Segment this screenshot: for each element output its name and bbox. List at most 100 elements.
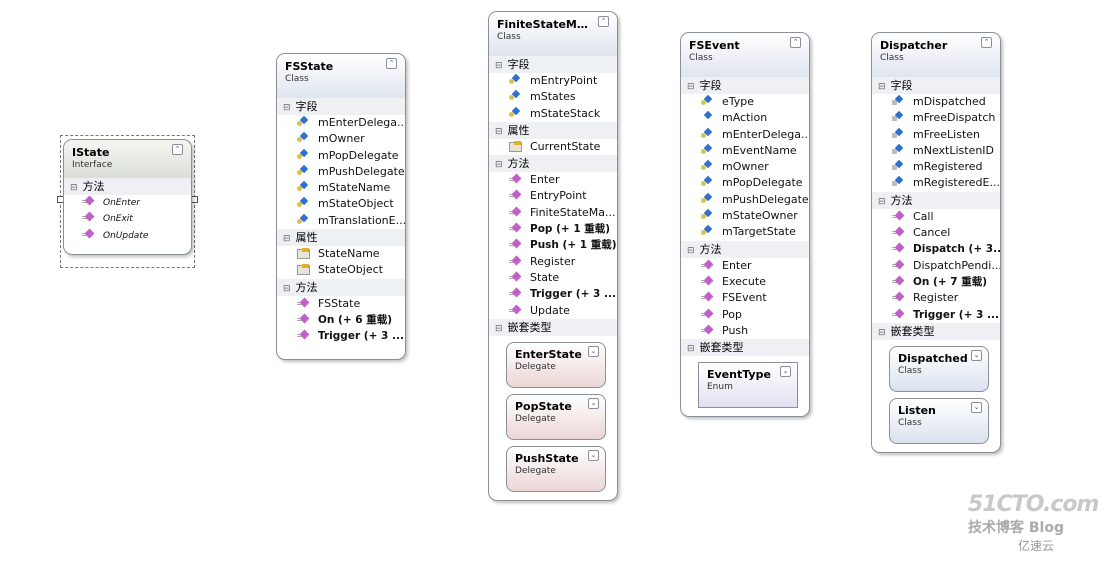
member-item[interactable]: mStateOwner bbox=[681, 208, 809, 224]
member-item[interactable]: mTargetState bbox=[681, 224, 809, 240]
member-item[interactable]: mDispatched bbox=[872, 94, 1000, 110]
expand-button[interactable]: ⌄ bbox=[971, 401, 982, 413]
class-box-fsevent[interactable]: FSEvent Class ⌃ ⊟ 字段 eType mAction mEnterDelega… bbox=[680, 32, 810, 418]
nested-type-popstate[interactable]: PopState Delegate ⌄ bbox=[506, 393, 606, 440]
member-item[interactable]: Trigger (+ 3 ... bbox=[872, 307, 1000, 323]
class-header[interactable]: Dispatcher Class ⌃ bbox=[872, 33, 1000, 77]
member-item[interactable]: OnUpdate bbox=[64, 228, 191, 244]
collapse-section-icon[interactable]: ⊟ bbox=[495, 160, 503, 170]
member-item[interactable]: Dispatch (+ 3... bbox=[872, 241, 1000, 257]
member-item[interactable]: mAction bbox=[681, 110, 809, 126]
collapse-section-icon[interactable]: ⊟ bbox=[878, 328, 886, 338]
section-header[interactable]: ⊟ 字段 bbox=[489, 56, 617, 73]
section-header[interactable]: ⊟ 嵌套类型 bbox=[489, 318, 617, 336]
member-item[interactable]: On (+ 6 重载) bbox=[277, 312, 405, 328]
class-box-fsm[interactable]: FiniteStateMac... Class ⌃ ⊟ 字段 mEntryPoint mSt… bbox=[488, 11, 618, 501]
member-item[interactable]: Update bbox=[489, 303, 617, 319]
nested-type-enterstate[interactable]: EnterState Delegate ⌄ bbox=[506, 341, 606, 388]
member-item[interactable]: mEnterDelega... bbox=[681, 127, 809, 143]
member-item[interactable]: mOwner bbox=[277, 131, 405, 147]
member-item[interactable]: mStateName bbox=[277, 180, 405, 196]
member-item[interactable]: Cancel bbox=[872, 225, 1000, 241]
expand-button[interactable]: ⌄ bbox=[588, 397, 599, 409]
collapse-section-icon[interactable]: ⊟ bbox=[687, 246, 695, 256]
class-header[interactable]: FiniteStateMac... Class ⌃ bbox=[489, 12, 617, 56]
collapse-section-icon[interactable]: ⊟ bbox=[687, 344, 695, 354]
section-header[interactable]: ⊟ 方法 bbox=[489, 155, 617, 173]
member-item[interactable]: mRegistered bbox=[872, 159, 1000, 175]
member-item[interactable]: Enter bbox=[681, 258, 809, 274]
collapse-button[interactable]: ⌃ bbox=[172, 144, 183, 155]
nested-type-listen[interactable]: Listen Class ⌄ bbox=[889, 397, 989, 444]
member-item[interactable]: Call bbox=[872, 209, 1000, 225]
section-header[interactable]: ⊟ 嵌套类型 bbox=[681, 339, 809, 357]
member-item[interactable]: CurrentState bbox=[489, 139, 617, 155]
section-header[interactable]: ⊟ 方法 bbox=[277, 278, 405, 296]
resize-handle-right[interactable] bbox=[191, 196, 198, 203]
member-item[interactable]: Register bbox=[489, 254, 617, 270]
expand-button[interactable]: ⌄ bbox=[780, 366, 791, 378]
expand-button[interactable]: ⌄ bbox=[971, 349, 982, 361]
member-item[interactable]: EntryPoint bbox=[489, 188, 617, 204]
collapse-section-icon[interactable]: ⊟ bbox=[70, 183, 78, 193]
member-item[interactable]: Push bbox=[681, 323, 809, 339]
member-item[interactable]: mEntryPoint bbox=[489, 73, 617, 89]
expand-button[interactable]: ⌄ bbox=[588, 449, 599, 461]
member-item[interactable]: mFreeDispatch bbox=[872, 110, 1000, 126]
class-box-istate[interactable]: IState Interface ⌃ ⊟ 方法 OnEnter OnExit OnUpdate bbox=[63, 139, 192, 255]
member-item[interactable]: mEventName bbox=[681, 143, 809, 159]
class-box-dispatcher[interactable]: Dispatcher Class ⌃ ⊟ 字段 mDispatched mFreeDispa… bbox=[871, 32, 1001, 453]
member-item[interactable]: FSEvent bbox=[681, 290, 809, 306]
section-header[interactable]: ⊟ 字段 bbox=[681, 77, 809, 94]
member-item[interactable]: DispatchPendi... bbox=[872, 258, 1000, 274]
member-item[interactable]: Register bbox=[872, 290, 1000, 306]
member-item[interactable]: Trigger (+ 3 ... bbox=[277, 328, 405, 344]
member-item[interactable]: mPushDelegate bbox=[681, 192, 809, 208]
class-header[interactable]: IState Interface ⌃ bbox=[64, 140, 191, 178]
member-item[interactable]: Pop (+ 1 重载) bbox=[489, 221, 617, 237]
member-item[interactable]: mStateStack bbox=[489, 106, 617, 122]
section-header[interactable]: ⊟ 方法 bbox=[872, 191, 1000, 209]
nested-type-eventtype[interactable]: EventType Enum ⌄ bbox=[698, 362, 798, 409]
section-header[interactable]: ⊟ 字段 bbox=[872, 77, 1000, 94]
member-item[interactable]: mEnterDelega... bbox=[277, 115, 405, 131]
collapse-section-icon[interactable]: ⊟ bbox=[283, 284, 291, 294]
section-header[interactable]: ⊟ 方法 bbox=[64, 178, 191, 195]
member-item[interactable]: mPushDelegate bbox=[277, 164, 405, 180]
member-item[interactable]: mStateObject bbox=[277, 196, 405, 212]
section-header[interactable]: ⊟ 属性 bbox=[489, 121, 617, 139]
collapse-section-icon[interactable]: ⊟ bbox=[495, 324, 503, 334]
member-item[interactable]: mPopDelegate bbox=[277, 148, 405, 164]
member-item[interactable]: mNextListenID bbox=[872, 143, 1000, 159]
member-item[interactable]: State bbox=[489, 270, 617, 286]
member-item[interactable]: mRegisteredE... bbox=[872, 175, 1000, 191]
member-item[interactable]: Execute bbox=[681, 274, 809, 290]
member-item[interactable]: OnExit bbox=[64, 211, 191, 227]
collapse-button[interactable]: ⌃ bbox=[981, 37, 992, 48]
member-item[interactable]: StateName bbox=[277, 246, 405, 262]
collapse-button[interactable]: ⌃ bbox=[598, 16, 609, 27]
collapse-section-icon[interactable]: ⊟ bbox=[687, 82, 695, 92]
collapse-section-icon[interactable]: ⊟ bbox=[283, 103, 291, 113]
collapse-section-icon[interactable]: ⊟ bbox=[283, 234, 291, 244]
class-header[interactable]: FSEvent Class ⌃ bbox=[681, 33, 809, 77]
member-item[interactable]: mTranslationE... bbox=[277, 213, 405, 229]
section-header[interactable]: ⊟ 嵌套类型 bbox=[872, 322, 1000, 340]
collapse-section-icon[interactable]: ⊟ bbox=[878, 82, 886, 92]
collapse-section-icon[interactable]: ⊟ bbox=[878, 197, 886, 207]
member-item[interactable]: mFreeListen bbox=[872, 127, 1000, 143]
member-item[interactable]: Pop bbox=[681, 307, 809, 323]
nested-type-pushstate[interactable]: PushState Delegate ⌄ bbox=[506, 445, 606, 492]
member-item[interactable]: On (+ 7 重载) bbox=[872, 274, 1000, 290]
member-item[interactable]: OnEnter bbox=[64, 195, 191, 211]
member-item[interactable]: StateObject bbox=[277, 262, 405, 278]
member-item[interactable]: mPopDelegate bbox=[681, 175, 809, 191]
member-item[interactable]: mOwner bbox=[681, 159, 809, 175]
member-item[interactable]: Enter bbox=[489, 172, 617, 188]
collapse-section-icon[interactable]: ⊟ bbox=[495, 127, 503, 137]
member-item[interactable]: FiniteStateMa... bbox=[489, 205, 617, 221]
class-box-fsstate[interactable]: FSState Class ⌃ ⊟ 字段 mEnterDelega... mOwner mPo… bbox=[276, 53, 406, 360]
collapse-section-icon[interactable]: ⊟ bbox=[495, 61, 503, 71]
member-item[interactable]: Trigger (+ 3 ... bbox=[489, 286, 617, 302]
section-header[interactable]: ⊟ 方法 bbox=[681, 240, 809, 258]
